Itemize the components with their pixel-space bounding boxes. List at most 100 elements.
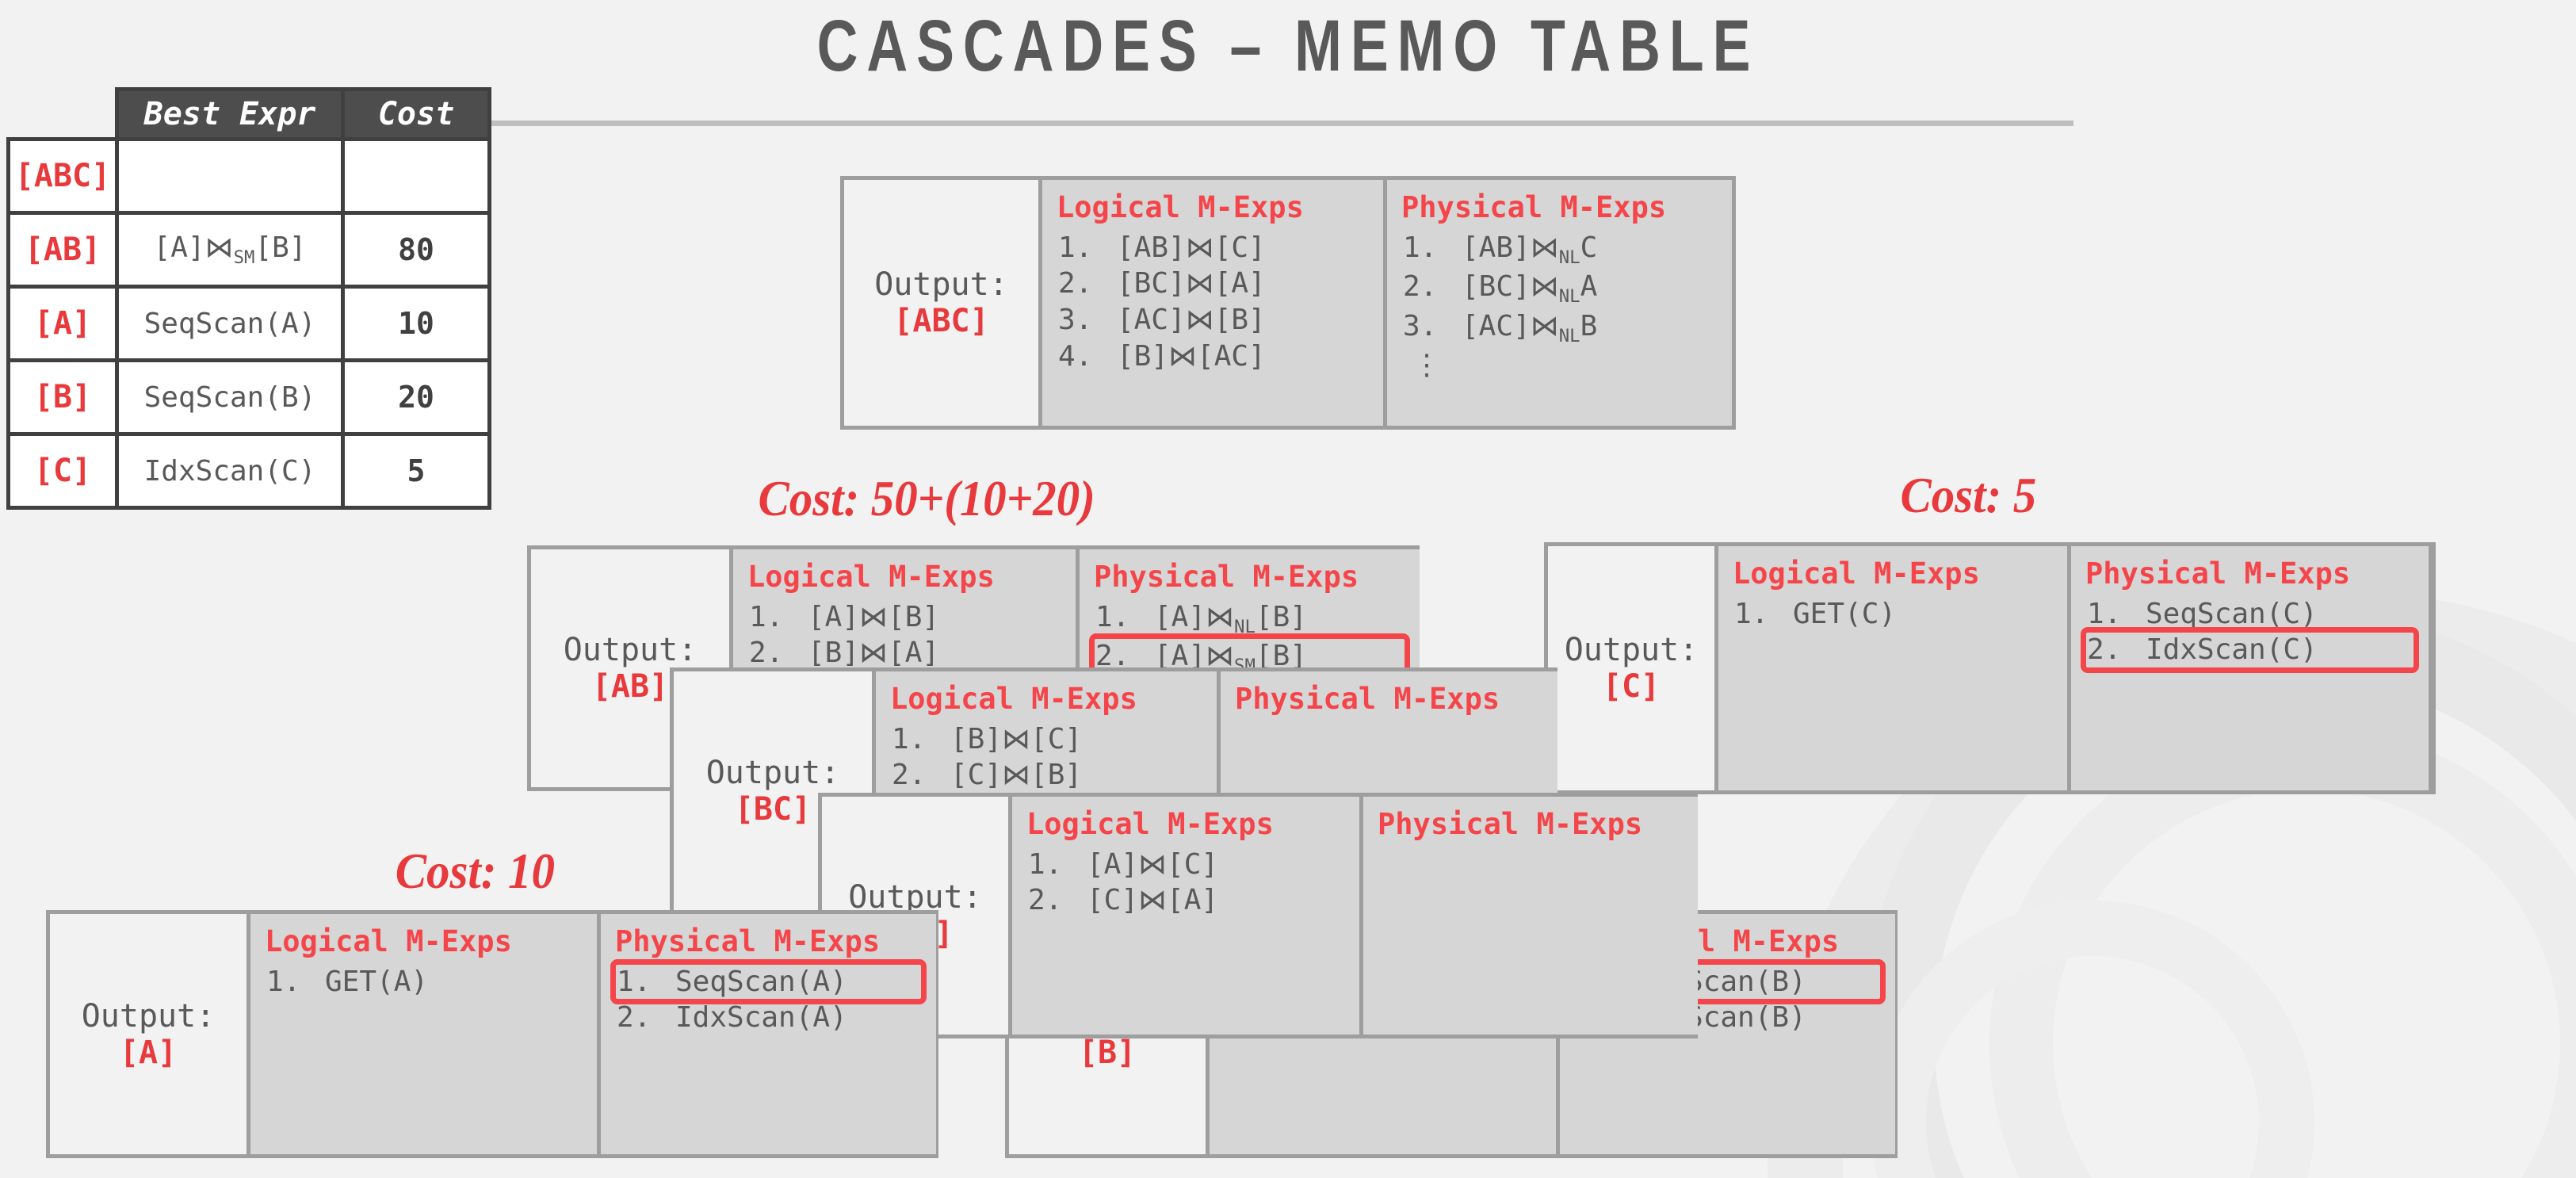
cost-annotation-a: Cost: 10	[395, 843, 555, 899]
list-item[interactable]: 2. [C]⋈[A]	[1026, 882, 1359, 919]
memo-row-expr-b: SeqScan(B)	[115, 358, 345, 436]
list-item[interactable]: 2. [C]⋈[B]	[890, 757, 1217, 794]
item-number: 1.	[1734, 597, 1769, 630]
item-text: [A]⋈[C]	[1087, 847, 1219, 881]
item-text: [A]⋈	[1154, 600, 1235, 633]
item-text: [B]⋈[A]	[808, 637, 940, 670]
item-number: 2.	[892, 759, 927, 792]
memo-row-cost-a: 10	[341, 285, 491, 362]
list-item-highlighted[interactable]: 2. IdxScan(C)	[2081, 627, 2419, 673]
logical-mexps-list: 1. [A]⋈[B] 2. [B]⋈[A]	[747, 599, 1076, 671]
item-number: 1.	[1028, 847, 1063, 881]
logical-mexps-title: Logical M-Exps	[1733, 556, 1980, 591]
title-underline-rule	[487, 120, 2073, 126]
group-box-abc: Output: [ABC] Logical M-Exps 1. [AB]⋈[C] …	[840, 176, 1736, 430]
output-group-key: [BC]	[734, 791, 812, 828]
list-item[interactable]: 1. [A]⋈NL[B]	[1094, 599, 1420, 639]
list-item[interactable]: 1. [A]⋈[C]	[1026, 847, 1359, 883]
physical-mexps-list: 1. SeqScan(C) 2. IdxScan(C)	[2081, 596, 2429, 673]
expr-subscript: SM	[233, 247, 255, 269]
physical-mexps-title: Physical M-Exps	[1235, 682, 1500, 716]
item-number: 2.	[1403, 270, 1438, 304]
item-number: 4.	[1058, 339, 1093, 373]
output-label: Output:	[81, 997, 216, 1035]
output-group-key: [A]	[119, 1034, 178, 1071]
item-number: 1.	[1058, 231, 1093, 264]
list-item[interactable]: 1. GET(A)	[265, 964, 597, 1000]
item-text: [A]⋈[B]	[808, 600, 940, 633]
output-group-key: [AB]	[591, 668, 669, 705]
item-subscript: NL	[1558, 286, 1580, 308]
list-item[interactable]: 1. [AB]⋈NLC	[1401, 230, 1732, 270]
table-corner-cell	[9, 90, 117, 140]
item-number: 1.	[2087, 597, 2122, 630]
list-item[interactable]: 2. IdxScan(A)	[615, 1000, 936, 1036]
output-label: Output:	[1564, 632, 1699, 668]
background-swirl-decoration	[1871, 901, 2314, 1178]
item-number: 1.	[892, 722, 927, 755]
list-item[interactable]: 1. [B]⋈[C]	[890, 721, 1217, 758]
list-item[interactable]: 1. [A]⋈[B]	[747, 599, 1076, 636]
physical-mexps-column-abc: Physical M-Exps 1. [AB]⋈NLC 2. [BC]⋈NLA 3.…	[1387, 180, 1732, 426]
table-header-row: Best Expr Cost	[9, 87, 491, 141]
logical-mexps-column-ac: Logical M-Exps 1. [A]⋈[C] 2. [C]⋈[A]	[1012, 797, 1359, 1035]
item-tail: B	[1580, 309, 1598, 342]
memo-row-key-b: [B]	[6, 358, 119, 436]
logical-mexps-column-a: Logical M-Exps 1. GET(A)	[250, 914, 597, 1154]
table-row: [ABC]	[6, 137, 491, 215]
item-number: 2.	[749, 637, 784, 670]
list-item[interactable]: 1. SeqScan(C)	[2085, 596, 2429, 633]
item-tail: C	[1580, 231, 1598, 264]
item-text: [C]⋈[B]	[950, 759, 1083, 792]
memo-row-key-c: [C]	[6, 432, 119, 510]
expr-tail: [B]	[254, 231, 307, 264]
logical-mexps-list: 1. GET(C)	[1733, 596, 2067, 633]
table-row: [B] SeqScan(B) 20	[6, 358, 491, 436]
item-number: 1.	[1095, 600, 1130, 633]
logical-mexps-list: 1. [B]⋈[C] 2. [C]⋈[B]	[890, 721, 1217, 794]
item-text: IdxScan(A)	[675, 1001, 847, 1035]
list-item[interactable]: 1. [AB]⋈[C]	[1057, 230, 1383, 266]
group-output-abc: Output: [ABC]	[844, 180, 1038, 426]
physical-mexps-title: Physical M-Exps	[1094, 560, 1359, 594]
table-row: [AB] [A]⋈SM[B] 80	[6, 211, 491, 289]
item-subscript: NL	[1558, 325, 1580, 346]
cost-annotation-c: Cost: 5	[1900, 467, 2037, 523]
group-output-a: Output: [A]	[50, 914, 247, 1154]
item-text: [AC]⋈	[1462, 309, 1559, 342]
column-header-best-expr: Best Expr	[115, 87, 345, 141]
memo-row-cost-abc	[341, 137, 491, 215]
expr-main: [A]⋈	[153, 231, 234, 264]
physical-mexps-title: Physical M-Exps	[2085, 556, 2351, 591]
memo-row-expr-abc	[115, 137, 345, 215]
item-text: [BC]⋈[A]	[1117, 267, 1266, 300]
output-group-key: [C]	[1602, 668, 1661, 705]
list-item[interactable]: 3. [AC]⋈[B]	[1057, 302, 1383, 338]
logical-mexps-title: Logical M-Exps	[747, 560, 995, 594]
output-label: Output:	[705, 755, 840, 791]
item-text: GET(C)	[1793, 597, 1897, 630]
list-item[interactable]: 3. [AC]⋈NLB	[1401, 308, 1732, 348]
physical-mexps-list: 1. [AB]⋈NLC 2. [BC]⋈NLA 3. [AC]⋈NLB	[1401, 230, 1732, 348]
item-number: 3.	[1403, 309, 1438, 342]
memo-row-cost-ab: 80	[341, 211, 491, 289]
list-item[interactable]: 2. [BC]⋈[A]	[1057, 266, 1383, 302]
item-number: 3.	[1058, 303, 1093, 336]
group-box-c: Output: [C] Logical M-Exps 1. GET(C) Phys…	[1544, 542, 2436, 794]
list-item[interactable]: 2. [B]⋈[A]	[747, 635, 1076, 671]
item-subscript: NL	[1558, 247, 1580, 268]
logical-mexps-list: 1. [A]⋈[C] 2. [C]⋈[A]	[1026, 847, 1359, 919]
logical-mexps-title: Logical M-Exps	[1026, 807, 1274, 841]
memo-table: Best Expr Cost [ABC] [AB] [A]⋈SM[B] 80 […	[6, 87, 491, 510]
output-group-key: [B]	[1078, 1034, 1137, 1071]
list-item[interactable]: 2. [BC]⋈NLA	[1401, 269, 1732, 308]
physical-mexps-list: 1. SeqScan(A) 2. IdxScan(A)	[610, 958, 936, 1036]
list-item[interactable]: 4. [B]⋈[AC]	[1057, 338, 1383, 375]
item-tail: A	[1580, 270, 1598, 304]
table-row: [A] SeqScan(A) 10	[6, 285, 491, 362]
item-tail: [B]	[1255, 600, 1307, 633]
list-item-highlighted[interactable]: 1. SeqScan(A)	[610, 958, 927, 1005]
list-item[interactable]: 1. GET(C)	[1733, 596, 2067, 633]
logical-mexps-title: Logical M-Exps	[265, 924, 512, 958]
group-output-c: Output: [C]	[1548, 546, 1714, 790]
